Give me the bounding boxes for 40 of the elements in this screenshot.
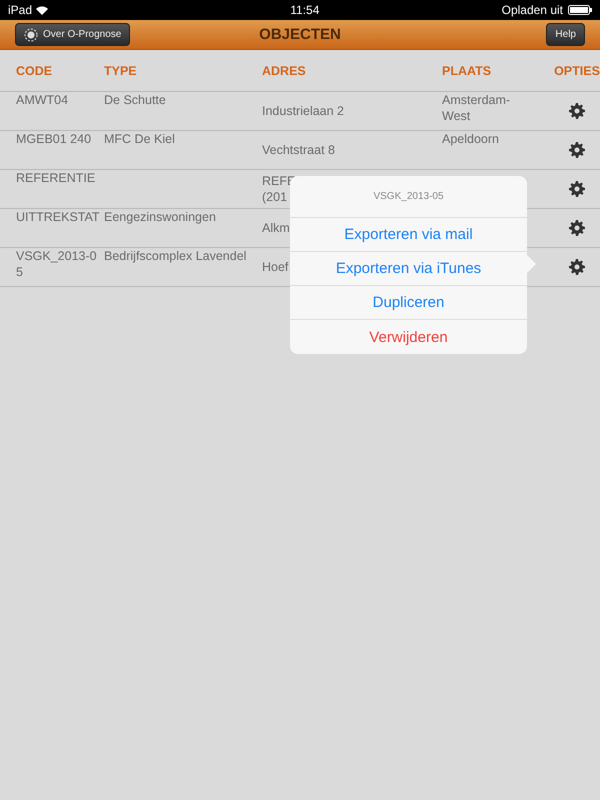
code-cell-text: MGEB01 240 bbox=[16, 131, 92, 147]
settings-icon[interactable] bbox=[569, 220, 585, 236]
wifi-icon bbox=[36, 6, 48, 14]
popover-title: VSGK_2013-05 bbox=[373, 191, 444, 202]
settings-icon[interactable] bbox=[569, 103, 585, 119]
about-button[interactable]: Over O-Prognose bbox=[15, 23, 130, 46]
battery-icon bbox=[568, 5, 592, 15]
column-header: TYPE bbox=[104, 64, 138, 78]
type-cell-text: MFC De Kiel bbox=[104, 131, 176, 147]
column-header: OPTIES bbox=[554, 64, 600, 78]
column-header: CODE bbox=[16, 64, 54, 78]
device-name: iPad bbox=[8, 3, 32, 17]
help-button[interactable]: Help bbox=[546, 23, 585, 46]
settings-icon[interactable] bbox=[569, 142, 585, 158]
code-cell-text: VSGK_2013-05 bbox=[16, 248, 98, 280]
clock-time: 11:54 bbox=[290, 3, 320, 17]
menu-item[interactable]: Dupliceren bbox=[290, 286, 527, 320]
city-cell-text: Amsterdam-West bbox=[442, 92, 512, 124]
type-cell-text: Eengezinswoningen bbox=[104, 209, 217, 225]
code-cell-text: REFERENTIE bbox=[16, 170, 96, 186]
column-header: ADRES bbox=[262, 64, 307, 78]
type-cell-text: Bedrijfscomplex Lavendel bbox=[104, 248, 248, 264]
menu-item[interactable]: Exporteren via mail bbox=[290, 218, 527, 252]
address-cell-text: Vechtstraat 8 bbox=[262, 142, 336, 158]
page-title: OBJECTEN bbox=[258, 26, 342, 43]
address-cell-text: Hoef bbox=[262, 259, 290, 275]
logo-icon bbox=[24, 28, 38, 42]
code-cell-text: UITTREKSTAT bbox=[16, 209, 101, 225]
menu-item[interactable]: Exporteren via iTunes bbox=[290, 252, 527, 286]
address-cell-text: Alkm bbox=[262, 220, 291, 236]
column-header: PLAATS bbox=[442, 64, 492, 78]
city-cell-text: Apeldoorn bbox=[442, 131, 500, 147]
address-cell-text: Industrielaan 2 bbox=[262, 103, 346, 119]
settings-icon[interactable] bbox=[569, 181, 585, 197]
address-cell-text: (201 bbox=[262, 189, 288, 205]
menu-item[interactable]: Verwijderen bbox=[290, 320, 527, 354]
charging-status: Opladen uit bbox=[502, 3, 563, 17]
settings-icon[interactable] bbox=[569, 259, 585, 275]
code-cell-text: AMWT04 bbox=[16, 92, 70, 108]
type-cell-text: De Schutte bbox=[104, 92, 167, 108]
